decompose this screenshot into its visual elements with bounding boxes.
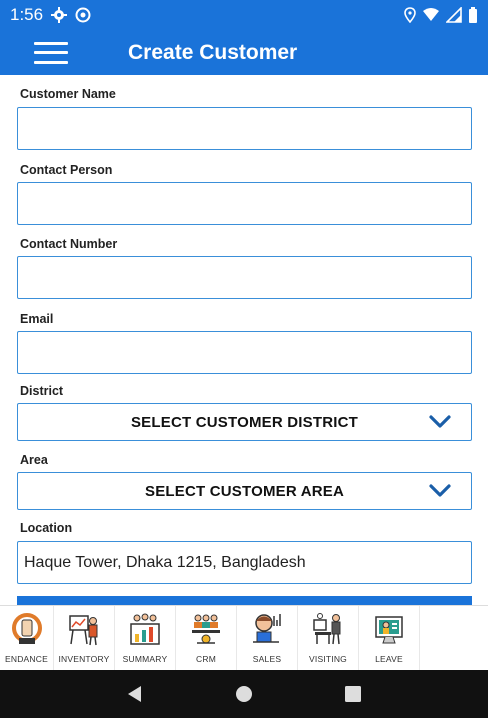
contact-number-field[interactable]: [17, 256, 472, 299]
recents-icon[interactable]: [344, 685, 362, 703]
battery-icon: [469, 7, 477, 23]
location-icon: [404, 7, 416, 23]
sync-icon: [75, 7, 91, 23]
back-icon[interactable]: [126, 685, 144, 703]
email-label: Email: [20, 312, 54, 326]
contact-person-label: Contact Person: [20, 163, 113, 177]
bottom-nav: ENDANCE INVENTORY SUMMARY CRM SALES VISI…: [0, 605, 488, 671]
district-label: District: [20, 384, 64, 398]
nav-label: INVENTORY: [58, 654, 110, 664]
area-label: Area: [20, 453, 48, 467]
wifi-icon: [423, 8, 439, 21]
nav-item-visiting[interactable]: VISITING: [298, 606, 359, 671]
crm-icon: [192, 614, 220, 644]
nav-item-crm[interactable]: CRM: [176, 606, 237, 671]
nav-item-leave[interactable]: LEAVE: [359, 606, 420, 671]
app-bar: Create Customer: [0, 30, 488, 75]
status-bar: 1:56: [0, 0, 488, 30]
contact-number-label: Contact Number: [20, 237, 118, 251]
location-field[interactable]: [17, 541, 472, 584]
district-select-value: SELECT CUSTOMER DISTRICT: [130, 413, 359, 431]
nav-label: ENDANCE: [5, 654, 48, 664]
inventory-icon: [69, 615, 98, 646]
nav-label: LEAVE: [375, 654, 403, 664]
district-select[interactable]: SELECT CUSTOMER DISTRICT: [17, 403, 472, 441]
attendance-icon: [11, 613, 42, 644]
leave-icon: [375, 616, 403, 644]
menu-icon[interactable]: [34, 41, 68, 64]
home-icon[interactable]: [235, 685, 253, 703]
email-field[interactable]: [17, 331, 472, 374]
chevron-down-icon: [429, 415, 451, 428]
system-nav-bar: [0, 670, 488, 718]
submit-button[interactable]: [17, 596, 472, 605]
chevron-down-icon: [429, 484, 451, 497]
visiting-icon: [313, 613, 341, 645]
area-select[interactable]: SELECT CUSTOMER AREA: [17, 472, 472, 510]
summary-icon: [130, 613, 160, 645]
nav-label: CRM: [196, 654, 216, 664]
create-customer-form: Customer Name Contact Person Contact Num…: [0, 75, 488, 605]
sales-icon: [253, 614, 281, 643]
nav-item-sales[interactable]: SALES: [237, 606, 298, 671]
area-select-value: SELECT CUSTOMER AREA: [144, 482, 344, 500]
nav-label: SALES: [252, 654, 282, 664]
customer-name-field[interactable]: [17, 107, 472, 150]
nav-item-summary[interactable]: SUMMARY: [115, 606, 176, 671]
nav-item-inventory[interactable]: INVENTORY: [54, 606, 115, 671]
nav-item-attendance[interactable]: ENDANCE: [0, 606, 54, 671]
location-label: Location: [20, 521, 73, 535]
settings-icon: [51, 7, 68, 23]
signal-icon: [446, 7, 462, 23]
nav-label: VISITING: [309, 654, 347, 664]
nav-label: SUMMARY: [122, 654, 168, 664]
customer-name-label: Customer Name: [20, 87, 116, 101]
contact-person-field[interactable]: [17, 182, 472, 225]
page-title: Create Customer: [128, 40, 298, 64]
status-time: 1:56: [10, 5, 44, 24]
